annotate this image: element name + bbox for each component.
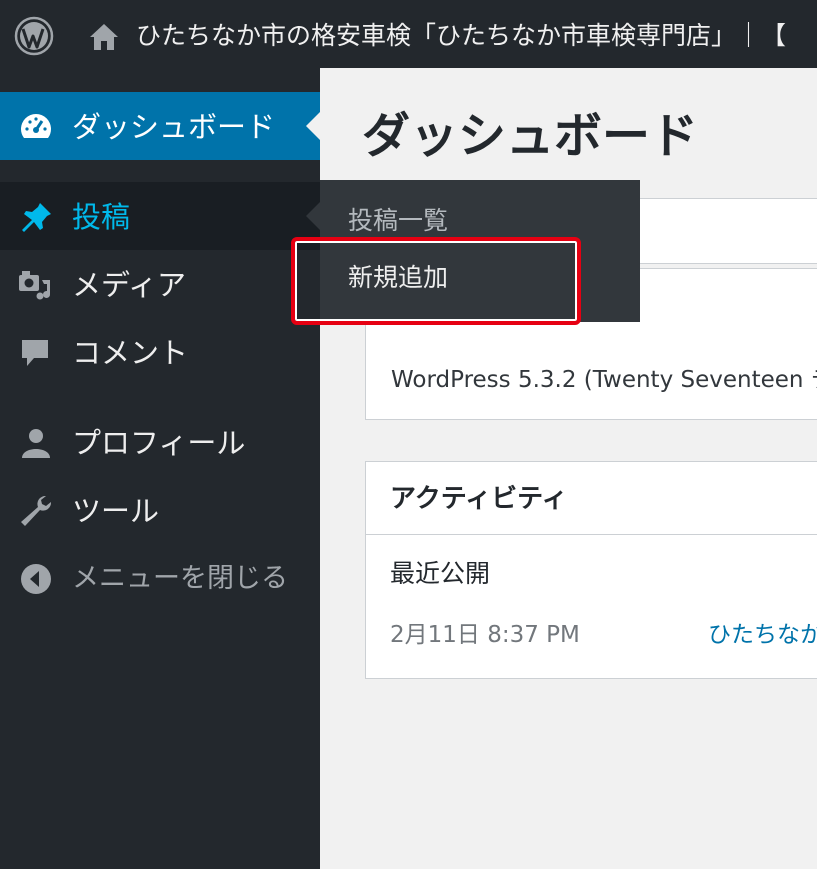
site-title-link[interactable]: ひたちなか市の格安車検「ひたちなか市車検専門店」｜【 bbox=[136, 19, 786, 53]
collapse-arrow-icon bbox=[21, 564, 51, 594]
sidebar-item-label: ダッシュボード bbox=[72, 110, 276, 144]
admin-sidebar: ダッシュボード 投稿 メディア コメント プロフィール ツール メニューを閉じる bbox=[0, 68, 320, 869]
wp-version-text: WordPress 5.3.2 (Twenty Seventeen テ bbox=[391, 367, 817, 393]
post-date: 2月11日 8:37 PM bbox=[390, 622, 580, 648]
pin-icon bbox=[22, 203, 51, 232]
activity-header[interactable]: アクティビティ bbox=[366, 462, 817, 535]
activity-panel: アクティビティ 最近公開 2月11日 8:37 PM ひたちなか bbox=[365, 461, 817, 679]
sidebar-item-tools[interactable]: ツール bbox=[0, 476, 320, 544]
sidebar-item-label: コメント bbox=[72, 336, 189, 370]
collapse-menu-button[interactable]: メニューを閉じる bbox=[0, 544, 320, 612]
sidebar-item-label: メディア bbox=[72, 268, 186, 302]
flyout-pointer bbox=[306, 202, 320, 230]
highlight-annotation-box bbox=[291, 237, 581, 325]
sidebar-item-dashboard[interactable]: ダッシュボード bbox=[0, 92, 320, 160]
media-icon bbox=[19, 271, 51, 300]
dashboard-icon bbox=[21, 114, 51, 138]
sidebar-item-label: プロフィール bbox=[72, 426, 246, 460]
sidebar-item-posts[interactable]: 投稿 bbox=[0, 182, 320, 250]
comment-icon bbox=[22, 340, 48, 366]
home-icon[interactable] bbox=[88, 22, 120, 52]
activity-title: アクティビティ bbox=[390, 484, 568, 514]
wrench-icon bbox=[21, 495, 52, 526]
sidebar-item-media[interactable]: メディア bbox=[0, 250, 320, 318]
admin-bar: ひたちなか市の格安車検「ひたちなか市車検専門店」｜【 bbox=[0, 0, 817, 68]
current-indicator bbox=[306, 112, 320, 140]
sidebar-item-label: ツール bbox=[72, 494, 160, 528]
sidebar-item-comments[interactable]: コメント bbox=[0, 318, 320, 386]
post-title-link[interactable]: ひたちなか bbox=[708, 619, 817, 651]
recent-published-heading: 最近公開 bbox=[390, 559, 491, 588]
sidebar-item-profile[interactable]: プロフィール bbox=[0, 408, 320, 476]
page-title: ダッシュボード bbox=[362, 108, 699, 164]
submenu-item-all-posts[interactable]: 投稿一覧 bbox=[348, 204, 448, 238]
sidebar-item-label: 投稿 bbox=[72, 200, 131, 234]
sidebar-item-label: メニューを閉じる bbox=[72, 563, 288, 594]
wordpress-logo-icon[interactable] bbox=[14, 16, 54, 56]
user-icon bbox=[22, 429, 50, 458]
